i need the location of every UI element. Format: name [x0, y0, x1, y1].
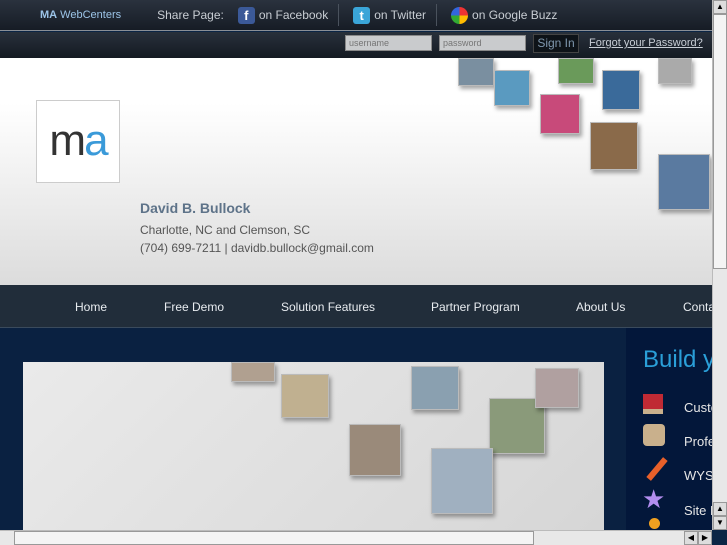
forgot-password-link[interactable]: Forgot your Password?	[589, 37, 703, 49]
scroll-right-button[interactable]: ▶	[698, 531, 712, 545]
person-name: David B. Bullock	[140, 200, 251, 216]
scroll-down-button[interactable]: ▼	[713, 516, 727, 530]
nav-partner-program[interactable]: Partner Program	[431, 300, 520, 314]
username-input[interactable]	[345, 35, 432, 51]
top-bar: MA WebCenters Share Page: f on Facebook t…	[0, 0, 712, 31]
cube-image	[590, 122, 638, 170]
cube-image	[411, 366, 459, 410]
cube-image	[558, 58, 594, 84]
panel-title: Build your	[643, 346, 712, 373]
scroll-left-button[interactable]: ◀	[684, 531, 698, 545]
horizontal-scrollbar[interactable]: ◀ ▶	[0, 530, 712, 545]
share-twitter[interactable]: t on Twitter	[353, 6, 427, 24]
share-google-buzz[interactable]: on Google Buzz	[451, 6, 558, 24]
login-bar: Sign In Forgot your Password?	[0, 32, 712, 58]
nav-about-us[interactable]: About Us	[576, 300, 625, 314]
twitter-icon: t	[353, 6, 371, 24]
share-label: Share Page:	[157, 8, 224, 22]
notepad-icon	[643, 424, 665, 446]
cube-image	[602, 70, 640, 110]
cube-image	[658, 154, 710, 210]
scroll-up-button[interactable]: ▲	[713, 0, 727, 14]
nav-free-demo[interactable]: Free Demo	[164, 300, 224, 314]
cube-image	[458, 58, 494, 86]
main-nav: Home Free Demo Solution Features Partner…	[0, 285, 712, 328]
cube-image	[231, 362, 275, 382]
nav-solution-features[interactable]: Solution Features	[281, 300, 375, 314]
circle-icon	[649, 518, 660, 529]
brand-link[interactable]: MA WebCenters	[40, 9, 121, 21]
feature-item: Professional	[684, 434, 712, 449]
book-icon	[643, 394, 663, 414]
feature-item: Site F	[684, 503, 712, 518]
cube-image	[658, 58, 692, 84]
sign-in-button[interactable]: Sign In	[533, 34, 579, 53]
cube-image	[535, 368, 579, 408]
feature-item: Custom	[684, 400, 712, 415]
google-buzz-label: on Google Buzz	[472, 8, 558, 22]
nav-home[interactable]: Home	[75, 300, 107, 314]
cube-image	[281, 374, 329, 418]
vertical-scrollbar[interactable]: ▲ ▲ ▼	[712, 0, 727, 530]
logo: ma	[36, 100, 120, 183]
main-content	[0, 328, 626, 530]
cube-image	[494, 70, 530, 106]
google-buzz-icon	[451, 6, 469, 24]
header: ma David B. Bullock Charlotte, NC and Cl…	[0, 58, 712, 285]
divider	[338, 4, 340, 26]
divider	[436, 4, 438, 26]
password-input[interactable]	[439, 35, 526, 51]
hero-image	[23, 362, 604, 530]
scroll-up-button-2[interactable]: ▲	[713, 502, 727, 516]
cube-image	[431, 448, 493, 514]
facebook-label: on Facebook	[258, 8, 329, 22]
scroll-thumb-horizontal[interactable]	[14, 531, 534, 545]
nav-contact[interactable]: Contact	[683, 300, 712, 314]
pencil-icon	[646, 457, 668, 481]
contact-info: (704) 699-7211 | davidb.bullock@gmail.co…	[140, 241, 374, 255]
share-facebook[interactable]: f on Facebook	[237, 6, 329, 24]
cube-image	[540, 94, 580, 134]
twitter-label: on Twitter	[374, 8, 427, 22]
location: Charlotte, NC and Clemson, SC	[140, 223, 311, 237]
cube-image	[349, 424, 401, 476]
feature-item: WYSIWYG	[684, 468, 712, 483]
features-panel: Build your Custom Professional WYSIWYG ★…	[626, 328, 712, 530]
scroll-thumb[interactable]	[713, 14, 727, 269]
facebook-icon: f	[237, 6, 255, 24]
star-icon: ★	[642, 484, 666, 514]
